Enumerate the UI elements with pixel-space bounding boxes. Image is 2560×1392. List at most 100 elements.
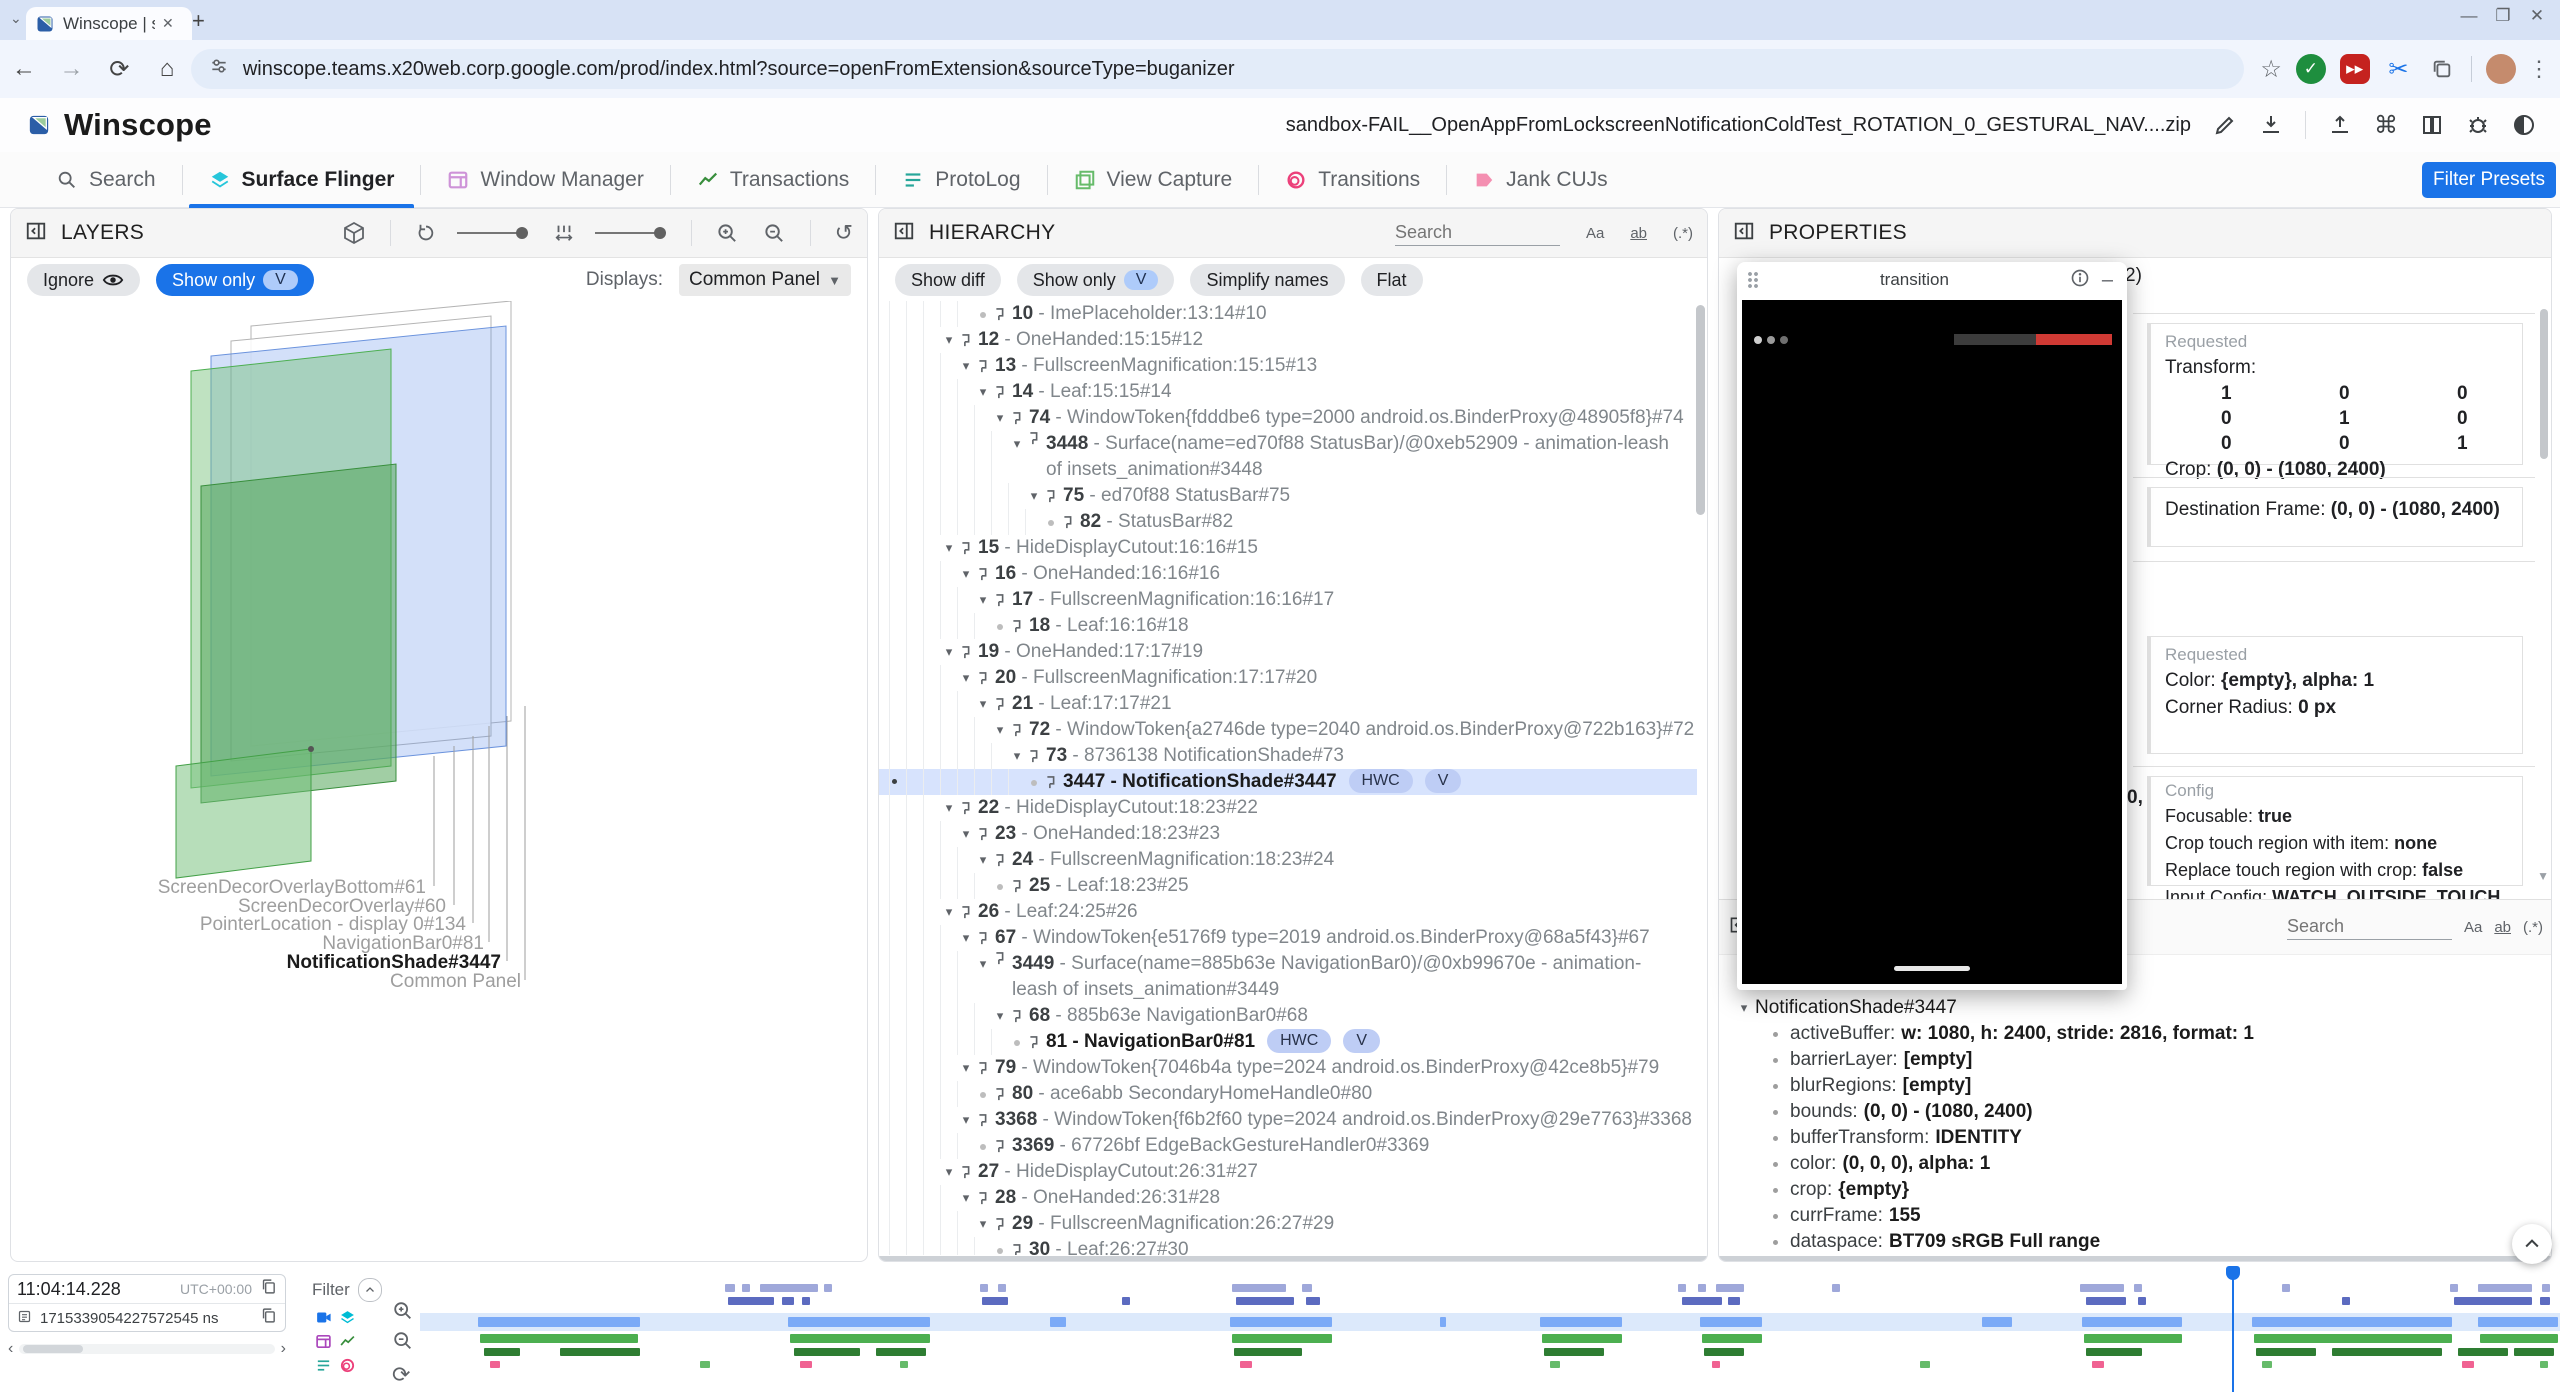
bookmark-star-icon[interactable]: ☆ — [2260, 55, 2282, 84]
hierarchy-node[interactable]: ▾29 - FullscreenMagnification:26:27#29 — [879, 1211, 1697, 1237]
expand-arrow[interactable]: ▾ — [991, 405, 1009, 431]
timeline-bar-jank-viewcapture[interactable] — [1920, 1361, 1930, 1368]
timeline-bar-transitions[interactable] — [1122, 1297, 1130, 1305]
timeline-bar-protolog[interactable] — [2514, 1348, 2554, 1356]
timeline-bar-transitions[interactable] — [2454, 1297, 2532, 1305]
timeline-bar-jank-viewcapture[interactable] — [2462, 1361, 2474, 1368]
download-trace-icon[interactable] — [2259, 113, 2283, 137]
scroll-down-arrow[interactable]: ▼ — [2537, 869, 2549, 883]
timeline-bar-transitions[interactable] — [2086, 1297, 2126, 1305]
reset-view-icon[interactable]: ↺ — [835, 220, 853, 246]
timeline-zoom-in-icon[interactable] — [392, 1300, 414, 1327]
extension-icon-green[interactable]: ✓ — [2296, 54, 2326, 84]
timeline-bar-window-manager[interactable] — [2254, 1334, 2452, 1343]
hierarchy-node[interactable]: 18 - Leaf:16:16#18 — [879, 613, 1697, 639]
hierarchy-node[interactable]: 25 - Leaf:18:23#25 — [879, 873, 1697, 899]
vertical-scrollbar[interactable] — [2540, 309, 2548, 459]
window-restore-button[interactable]: ❐ — [2486, 6, 2520, 26]
regex-icon[interactable]: (.*) — [1673, 225, 1693, 242]
timeline-bar-transitions-secondary[interactable] — [2080, 1284, 2124, 1292]
hierarchy-node[interactable]: ▾72 - WindowToken{a2746de type=2040 andr… — [879, 717, 1697, 743]
timeline-bar-transitions[interactable] — [802, 1297, 810, 1305]
timeline-bar-transitions[interactable] — [1728, 1297, 1740, 1305]
profile-avatar[interactable] — [2486, 54, 2516, 84]
hierarchy-node[interactable]: ▾14 - Leaf:15:15#14 — [879, 379, 1697, 405]
collapse-panel-icon[interactable] — [893, 220, 915, 247]
timeline-bar-surface-flinger[interactable] — [1440, 1317, 1446, 1327]
property-row[interactable]: bufferTransform:IDENTITY — [1773, 1125, 2541, 1151]
hierarchy-search-input[interactable] — [1395, 220, 1560, 246]
timeline-bar-transitions-secondary[interactable] — [1716, 1284, 1744, 1292]
timeline-bar-transitions[interactable] — [2138, 1297, 2146, 1305]
copy-ns-icon[interactable] — [260, 1307, 277, 1329]
timeline-bar-window-manager[interactable] — [1542, 1334, 1622, 1343]
3d-view-icon[interactable] — [342, 221, 366, 245]
address-bar[interactable]: winscope.teams.x20web.corp.google.com/pr… — [191, 49, 2245, 89]
collapse-panel-icon[interactable] — [25, 220, 47, 247]
expand-arrow[interactable]: ▾ — [974, 379, 992, 405]
timeline-bar-protolog[interactable] — [2256, 1348, 2316, 1356]
expand-arrow[interactable]: ▾ — [974, 587, 992, 613]
timeline-bar-jank-viewcapture[interactable] — [1712, 1361, 1720, 1368]
expand-arrow[interactable]: ▾ — [957, 665, 975, 691]
zoom-out-ic[interactable] — [763, 222, 786, 245]
expand-arrow[interactable]: ▾ — [991, 1003, 1009, 1029]
timeline-bar-protolog[interactable] — [2458, 1348, 2508, 1356]
browser-menu-icon[interactable]: ⋮ — [2528, 56, 2550, 82]
timeline-bar-transitions-secondary[interactable] — [1698, 1284, 1706, 1292]
timeline-bar-protolog[interactable] — [484, 1348, 520, 1356]
property-row[interactable]: activeBuffer:w: 1080, h: 2400, stride: 2… — [1773, 1021, 2541, 1047]
nav-tab-view-capture[interactable]: View Capture — [1048, 152, 1259, 208]
timeline-bar-surface-flinger[interactable] — [1050, 1317, 1066, 1327]
expand-arrow[interactable]: ▾ — [940, 899, 958, 925]
timeline-bar-transitions-secondary[interactable] — [2542, 1284, 2550, 1292]
show-only-v-chip[interactable]: Show only V — [156, 264, 314, 296]
hierarchy-node[interactable]: ▾73 - 8736138 NotificationShade#73 — [879, 743, 1697, 769]
new-tab-button[interactable]: + — [192, 8, 205, 34]
timeline-bar-surface-flinger[interactable] — [1230, 1317, 1332, 1327]
timeline-bar-surface-flinger[interactable] — [2082, 1317, 2182, 1327]
timeline-bar-window-manager[interactable] — [480, 1334, 638, 1343]
timeline-bar-surface-flinger[interactable] — [1982, 1317, 2012, 1327]
hierarchy-node[interactable]: ▾24 - FullscreenMagnification:18:23#24 — [879, 847, 1697, 873]
rotation-slider[interactable] — [457, 232, 523, 234]
match-case-icon[interactable]: Aa — [1586, 225, 1604, 242]
hierarchy-node[interactable]: ▾20 - FullscreenMagnification:17:17#20 — [879, 665, 1697, 691]
vertical-scrollbar[interactable] — [1696, 305, 1705, 515]
expand-arrow[interactable]: ▾ — [957, 561, 975, 587]
drag-handle-icon[interactable] — [1747, 271, 1759, 289]
timeline-bar-protolog[interactable] — [1544, 1348, 1604, 1356]
timeline-bar-transitions[interactable] — [1306, 1297, 1320, 1305]
simplify-names-chip[interactable]: Simplify names — [1190, 264, 1344, 296]
timeline-bar-protolog[interactable] — [876, 1348, 926, 1356]
timeline-bar-transitions-secondary[interactable] — [2134, 1284, 2142, 1292]
horizontal-scrollbar[interactable] — [1719, 1256, 2551, 1261]
displays-select[interactable]: Common Panel ▼ — [679, 264, 851, 296]
timeline-bar-protolog[interactable] — [1234, 1348, 1302, 1356]
timeline-bar-transitions-secondary[interactable] — [1832, 1284, 1840, 1292]
nav-tab-transitions[interactable]: Transitions — [1259, 152, 1446, 208]
timeline-bar-jank-viewcapture[interactable] — [700, 1361, 710, 1368]
timeline-bar-jank-viewcapture[interactable] — [2262, 1361, 2272, 1368]
show-diff-chip[interactable]: Show diff — [895, 264, 1001, 296]
home-button[interactable]: ⌂ — [143, 55, 191, 83]
expand-arrow[interactable]: ▾ — [957, 925, 975, 951]
hierarchy-node[interactable]: ▾28 - OneHanded:26:31#28 — [879, 1185, 1697, 1211]
property-row[interactable]: barrierLayer:[empty] — [1773, 1047, 2541, 1073]
timeline-bar-transitions[interactable] — [1682, 1297, 1722, 1305]
timeline-bar-transitions-secondary[interactable] — [2478, 1284, 2532, 1292]
property-row[interactable]: dataspace:BT709 sRGB Full range — [1773, 1229, 2541, 1253]
expand-arrow[interactable]: ▾ — [974, 691, 992, 717]
hierarchy-node[interactable]: ▾13 - FullscreenMagnification:15:15#13 — [879, 353, 1697, 379]
expand-arrow[interactable]: ▾ — [940, 327, 958, 353]
property-row[interactable]: bounds:(0, 0) - (1080, 2400) — [1773, 1099, 2541, 1125]
timeline-bar-transitions-secondary[interactable] — [1678, 1284, 1686, 1292]
timeline-bar-protolog[interactable] — [794, 1348, 860, 1356]
timeline-bar-transitions[interactable] — [1236, 1297, 1294, 1305]
tab-close-icon[interactable]: ✕ — [162, 15, 174, 32]
timeline-bar-transitions[interactable] — [982, 1297, 1008, 1305]
timeline-bar-protolog[interactable] — [2332, 1348, 2442, 1356]
timeline-reset-zoom-icon[interactable]: ⟳ — [392, 1362, 410, 1388]
expand-arrow[interactable]: ▾ — [957, 1055, 975, 1081]
site-settings-icon[interactable] — [209, 56, 229, 82]
